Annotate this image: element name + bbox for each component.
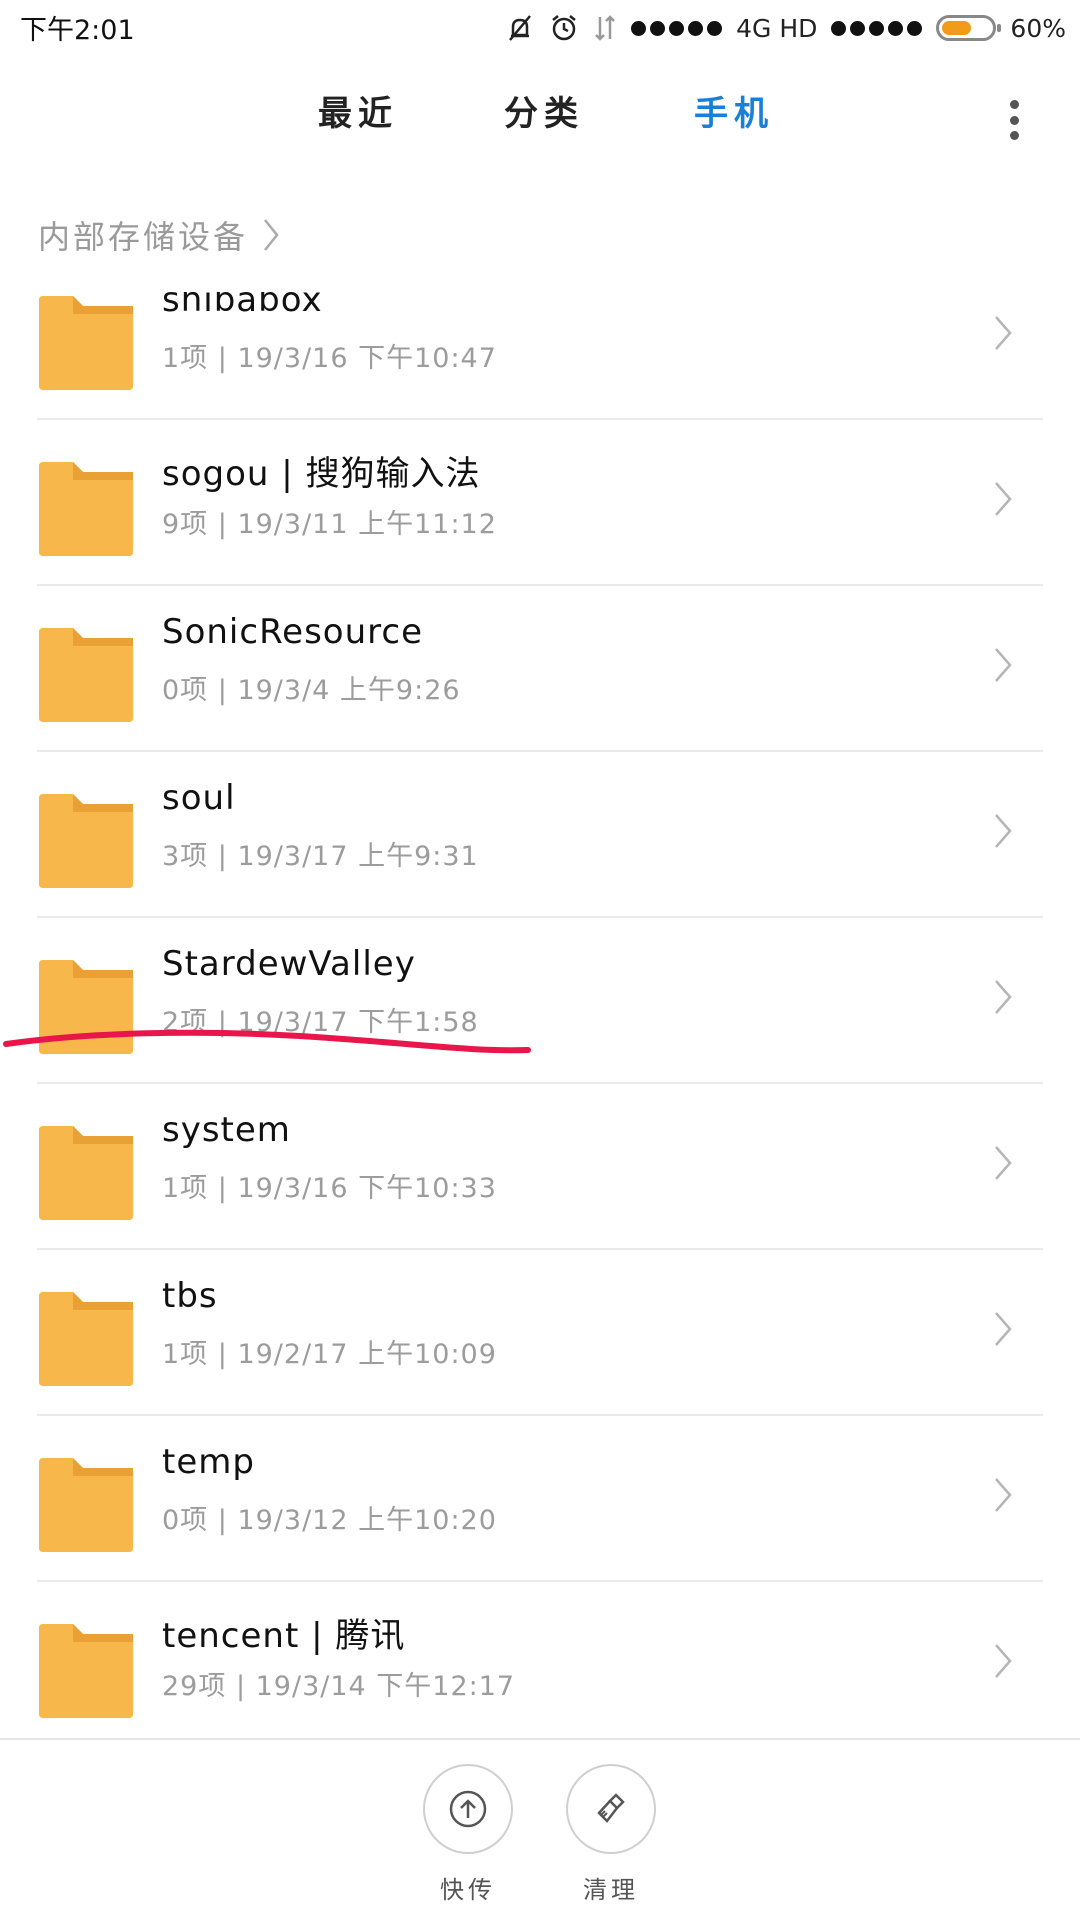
battery-percent: 60% — [1010, 13, 1066, 43]
folder-name: sogou | 搜狗输入法 — [162, 454, 481, 494]
tab-categories[interactable]: 分类 — [504, 86, 584, 135]
chevron-right-icon — [995, 648, 1012, 682]
data-arrows-icon — [593, 13, 617, 43]
folder-icon — [39, 1458, 133, 1552]
mute-bell-icon — [505, 13, 535, 43]
chevron-right-icon — [995, 814, 1012, 848]
chevron-right-icon — [995, 1478, 1012, 1512]
folder-icon — [39, 794, 133, 888]
folder-meta: 29项 | 19/3/14 下午12:17 — [162, 1671, 516, 1702]
folder-meta: 0项 | 19/3/4 上午9:26 — [162, 675, 461, 706]
signal-dots-icon — [631, 20, 723, 36]
folder-row[interactable]: temp 0项 | 19/3/12 上午10:20 — [37, 1414, 1043, 1580]
folder-name: SonicResource — [162, 612, 423, 652]
chevron-right-icon — [995, 316, 1012, 350]
signal-dots-icon — [831, 20, 923, 36]
file-list[interactable]: shibabox 1项 | 19/3/16 下午10:47 sogou | 搜狗输入… — [0, 292, 1080, 1734]
clean-button[interactable]: 清理 — [563, 1764, 659, 1905]
folder-icon — [39, 1126, 133, 1220]
chevron-right-icon — [995, 1644, 1012, 1678]
chevron-right-icon — [995, 1312, 1012, 1346]
folder-name: soul — [162, 778, 236, 818]
folder-meta: 1项 | 19/2/17 上午10:09 — [162, 1339, 497, 1370]
broom-icon — [566, 1764, 656, 1854]
battery-icon — [936, 15, 1002, 41]
quick-share-button[interactable]: 快传 — [420, 1764, 516, 1905]
tab-recent[interactable]: 最近 — [318, 86, 398, 135]
folder-name: StardewValley — [162, 944, 416, 984]
folder-meta: 1项 | 19/3/16 下午10:47 — [162, 343, 497, 374]
network-type: 4G HD — [736, 13, 818, 43]
bottom-action-bar: 快传 清理 — [0, 1738, 1080, 1922]
status-icons: 4G HD 60% — [505, 8, 1066, 48]
upload-arrow-icon — [423, 1764, 513, 1854]
folder-meta: 1项 | 19/3/16 下午10:33 — [162, 1173, 497, 1204]
folder-name: tbs — [162, 1276, 218, 1316]
folder-row[interactable]: tencent | 腾讯 29项 | 19/3/14 下午12:17 — [37, 1580, 1043, 1734]
tab-bar: 最近 分类 手机 — [0, 86, 1080, 150]
breadcrumb-label: 内部存储设备 — [38, 218, 249, 256]
status-time: 下午2:01 — [20, 15, 135, 46]
folder-row[interactable]: sogou | 搜狗输入法 9项 | 19/3/11 上午11:12 — [37, 418, 1043, 584]
folder-row[interactable]: shibabox 1项 | 19/3/16 下午10:47 — [37, 292, 1043, 418]
folder-row[interactable]: soul 3项 | 19/3/17 上午9:31 — [37, 750, 1043, 916]
alarm-clock-icon — [549, 13, 579, 43]
folder-icon — [39, 628, 133, 722]
folder-icon — [39, 1292, 133, 1386]
chevron-right-icon — [264, 219, 279, 251]
folder-row[interactable]: tbs 1项 | 19/2/17 上午10:09 — [37, 1248, 1043, 1414]
folder-row[interactable]: SonicResource 0项 | 19/3/4 上午9:26 — [37, 584, 1043, 750]
quick-share-label: 快传 — [440, 1876, 496, 1904]
folder-meta: 0项 | 19/3/12 上午10:20 — [162, 1505, 497, 1536]
folder-icon — [39, 296, 133, 390]
breadcrumb[interactable]: 内部存储设备 — [38, 212, 280, 258]
folder-row[interactable]: system 1项 | 19/3/16 下午10:33 — [37, 1082, 1043, 1248]
folder-name: shibabox — [162, 292, 323, 320]
clean-label: 清理 — [583, 1876, 639, 1904]
more-options-icon[interactable] — [1008, 100, 1020, 140]
chevron-right-icon — [995, 980, 1012, 1014]
red-underline-mark — [3, 1029, 531, 1054]
status-bar: 下午2:01 4G HD 60% — [0, 0, 1080, 56]
chevron-right-icon — [995, 482, 1012, 516]
folder-name: system — [162, 1110, 291, 1150]
folder-name: tencent | 腾讯 — [162, 1616, 406, 1656]
folder-meta: 9项 | 19/3/11 上午11:12 — [162, 509, 497, 540]
folder-name: temp — [162, 1442, 255, 1482]
tab-phone[interactable]: 手机 — [694, 86, 774, 135]
folder-meta: 3项 | 19/3/17 上午9:31 — [162, 841, 479, 872]
chevron-right-icon — [995, 1146, 1012, 1180]
folder-icon — [39, 1624, 133, 1718]
folder-icon — [39, 462, 133, 556]
